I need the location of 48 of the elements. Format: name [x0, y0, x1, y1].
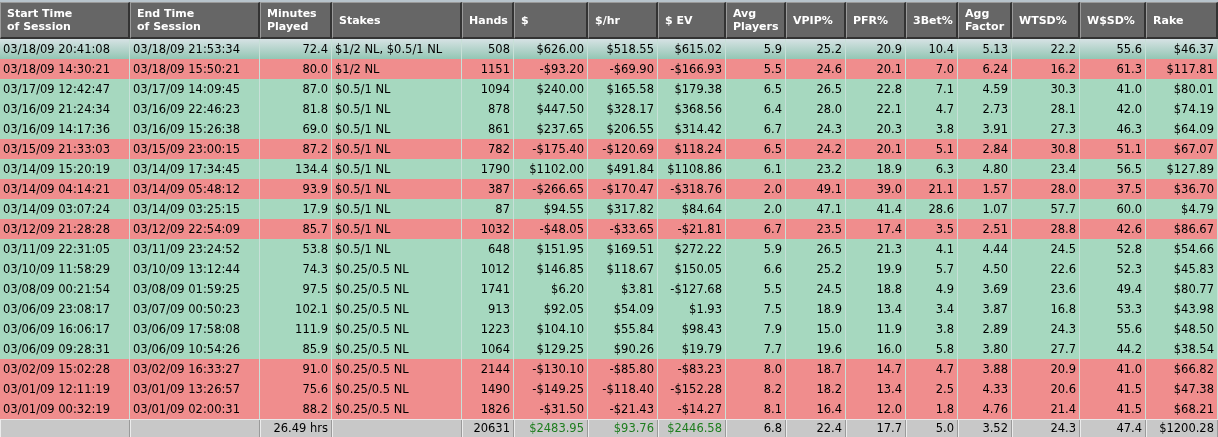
- total-cell: 5.0: [906, 420, 958, 437]
- column-header[interactable]: W$SD%: [1080, 2, 1146, 39]
- table-row[interactable]: 03/06/09 23:08:17 03/07/09 00:50:23 102.1 $0.25/0.5 NL 913 $92.05 $54.09 $1.93 7.5 18.9 13.4 3.4 3.87 16.8 53.3 $43.98: [0, 299, 1218, 319]
- table-row[interactable]: 03/06/09 16:06:17 03/06/09 17:58:08 111.9 $0.25/0.5 NL 1223 $104.10 $55.84 $98.43 7.9 15.0 11.9 3.8 2.89 24.3 55.6 $48.50: [0, 319, 1218, 339]
- total-cell: 6.8: [726, 420, 786, 437]
- table-row[interactable]: 03/14/09 04:14:21 03/14/09 05:48:12 93.9 $0.5/1 NL 387 -$266.65 -$170.47 -$318.76 2.0 49.1 39.0 21.1 1.57 28.0 37.5 $36.70: [0, 179, 1218, 199]
- column-header[interactable]: $/hr: [588, 2, 658, 39]
- total-cell: 26.49 hrs: [260, 420, 332, 437]
- total-cell: $2483.95: [514, 420, 588, 437]
- table-row[interactable]: 03/15/09 21:33:03 03/15/09 23:00:15 87.2 $0.5/1 NL 782 -$175.40 -$120.69 $118.24 6.5 24.2 20.1 5.1 2.84 30.8 51.1 $67.07: [0, 139, 1218, 159]
- table-row[interactable]: 03/01/09 12:11:19 03/01/09 13:26:57 75.6 $0.25/0.5 NL 1490 -$149.25 -$118.40 -$152.28 8.2 18.2 13.4 2.5 4.33 20.6 41.5 $47.38: [0, 379, 1218, 399]
- total-cell: 3.52: [958, 420, 1012, 437]
- column-header[interactable]: Stakes: [332, 2, 462, 39]
- total-cell: 24.3: [1012, 420, 1080, 437]
- total-cell: 47.4: [1080, 420, 1146, 437]
- total-cell: 22.4: [786, 420, 846, 437]
- table-row[interactable]: 03/17/09 12:42:47 03/17/09 14:09:45 87.0 $0.5/1 NL 1094 $240.00 $165.58 $179.38 6.5 26.5 22.8 7.1 4.59 30.3 41.0 $80.01: [0, 79, 1218, 99]
- column-header[interactable]: $: [514, 2, 588, 39]
- total-cell: 20631: [462, 420, 514, 437]
- column-header[interactable]: Rake: [1146, 2, 1218, 39]
- total-cell: $93.76: [588, 420, 658, 437]
- table-row[interactable]: 03/10/09 11:58:29 03/10/09 13:12:44 74.3 $0.25/0.5 NL 1012 $146.85 $118.67 $150.05 6.6 25.2 19.9 5.7 4.50 22.6 52.3 $45.83: [0, 259, 1218, 279]
- total-cell: $2446.58: [658, 420, 726, 437]
- table-row[interactable]: 03/18/09 20:41:08 03/18/09 21:53:34 72.4 $1/2 NL, $0.5/1 NL 508 $626.00 $518.55 $615.02 5.9 25.2 20.9 10.4 5.13 22.2 55.6 $46.37: [0, 39, 1218, 59]
- table-row[interactable]: 03/02/09 15:02:28 03/02/09 16:33:27 91.0 $0.25/0.5 NL 2144 -$130.10 -$85.80 -$83.23 8.0 18.7 14.7 4.7 3.88 20.9 41.0 $66.82: [0, 359, 1218, 379]
- column-header[interactable]: VPIP%: [786, 2, 846, 39]
- total-cell: $1200.28: [1146, 420, 1218, 437]
- column-header[interactable]: End Time of Session: [130, 2, 260, 39]
- column-header[interactable]: PFR%: [846, 2, 906, 39]
- table-row[interactable]: 03/16/09 14:17:36 03/16/09 15:26:38 69.0 $0.5/1 NL 861 $237.65 $206.55 $314.42 6.7 24.3 20.3 3.8 3.91 27.3 46.3 $64.09: [0, 119, 1218, 139]
- column-header[interactable]: Hands: [462, 2, 514, 39]
- column-header[interactable]: Minutes Played: [260, 2, 332, 39]
- column-header[interactable]: Avg Players: [726, 2, 786, 39]
- table-row[interactable]: 03/06/09 09:28:31 03/06/09 10:54:26 85.9 $0.25/0.5 NL 1064 $129.25 $90.26 $19.79 7.7 19.6 16.0 5.8 3.80 27.7 44.2 $38.54: [0, 339, 1218, 359]
- table-row[interactable]: 03/11/09 22:31:05 03/11/09 23:24:52 53.8 $0.5/1 NL 648 $151.95 $169.51 $272.22 5.9 26.5 21.3 4.1 4.44 24.5 52.8 $54.66: [0, 239, 1218, 259]
- table-row[interactable]: 03/12/09 21:28:28 03/12/09 22:54:09 85.7 $0.5/1 NL 1032 -$48.05 -$33.65 -$21.81 6.7 23.5 17.4 3.5 2.51 28.8 42.6 $86.67: [0, 219, 1218, 239]
- column-header[interactable]: Agg Factor: [958, 2, 1012, 39]
- table-row[interactable]: 03/18/09 14:30:21 03/18/09 15:50:21 80.0 $1/2 NL 1151 -$93.20 -$69.90 -$166.93 5.5 24.6 20.1 7.0 6.24 16.2 61.3 $117.81: [0, 59, 1218, 79]
- column-header[interactable]: WTSD%: [1012, 2, 1080, 39]
- column-header[interactable]: 3Bet%: [906, 2, 958, 39]
- column-header[interactable]: Start Time of Session: [0, 2, 130, 39]
- column-header[interactable]: $ EV: [658, 2, 726, 39]
- table-row[interactable]: 03/08/09 00:21:54 03/08/09 01:59:25 97.5 $0.25/0.5 NL 1741 $6.20 $3.81 -$127.68 5.5 24.5 18.8 4.9 3.69 23.6 49.4 $80.77: [0, 279, 1218, 299]
- table-row[interactable]: 03/16/09 21:24:34 03/16/09 22:46:23 81.8 $0.5/1 NL 878 $447.50 $328.17 $368.56 6.4 28.0 22.1 4.7 2.73 28.1 42.0 $74.19: [0, 99, 1218, 119]
- table-row[interactable]: 03/01/09 00:32:19 03/01/09 02:00:31 88.2 $0.25/0.5 NL 1826 -$31.50 -$21.43 -$14.27 8.1 16.4 12.0 1.8 4.76 21.4 41.5 $68.21: [0, 399, 1218, 419]
- table-row[interactable]: 03/14/09 15:20:19 03/14/09 17:34:45 134.4 $0.5/1 NL 1790 $1102.00 $491.84 $1108.86 6.1 23.2 18.9 6.3 4.80 23.4 56.5 $127.89: [0, 159, 1218, 179]
- table-row[interactable]: 03/14/09 03:07:24 03/14/09 03:25:15 17.9 $0.5/1 NL 87 $94.55 $317.82 $84.64 2.0 47.1 41.4 28.6 1.07 57.7 60.0 $4.79: [0, 199, 1218, 219]
- total-cell: 17.7: [846, 420, 906, 437]
